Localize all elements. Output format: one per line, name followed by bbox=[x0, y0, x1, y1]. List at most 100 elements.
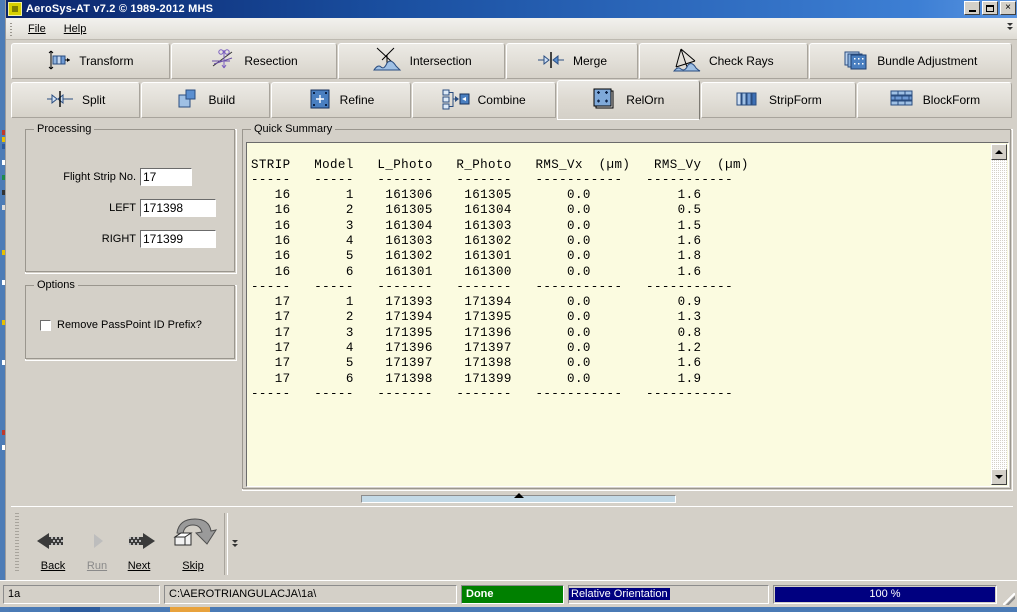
status-path-cell: C:\AEROTRIANGULACJA\1a\ bbox=[164, 584, 457, 604]
stripform-icon bbox=[735, 90, 761, 111]
toolbar-button-label: Split bbox=[81, 93, 106, 107]
menu-item-help[interactable]: Help bbox=[55, 21, 96, 37]
menu-overflow-chevron-icon[interactable] bbox=[1005, 21, 1015, 35]
application-window: AeroSys-AT v7.2 © 1989-2012 MHS × File H… bbox=[5, 0, 1017, 606]
navbar-drag-grip[interactable] bbox=[15, 513, 19, 573]
toolbar-button-build[interactable]: Build bbox=[141, 82, 271, 118]
toolbar-button-bundle-adjustment[interactable]: Bundle Adjustment bbox=[808, 43, 1012, 79]
processing-panel: Processing Flight Strip No. LEFT RIGHT bbox=[25, 123, 237, 274]
toolbar-button-combine[interactable]: Combine bbox=[411, 82, 556, 118]
toolbar-button-label: Refine bbox=[339, 93, 375, 107]
navigation-bar: Back Run Next Skip bbox=[11, 506, 1013, 581]
panel-splitter[interactable] bbox=[11, 493, 1013, 506]
remove-passpoint-prefix-checkbox[interactable] bbox=[40, 319, 51, 331]
toolbar-button-label: BlockForm bbox=[922, 93, 981, 107]
app-icon bbox=[8, 2, 22, 16]
intersection-icon bbox=[372, 46, 402, 77]
status-project-cell: 1a bbox=[3, 584, 160, 604]
toolbar-button-label: Merge bbox=[572, 54, 607, 68]
combine-icon bbox=[442, 88, 470, 113]
title-bar: AeroSys-AT v7.2 © 1989-2012 MHS × bbox=[6, 0, 1017, 18]
scroll-down-button[interactable] bbox=[991, 469, 1007, 485]
window-resize-grip[interactable] bbox=[1003, 593, 1015, 605]
toolbar-row-2: Split Build Refine Combine RelOrn StripF… bbox=[11, 80, 1013, 121]
quick-summary-vertical-scrollbar[interactable] bbox=[991, 144, 1007, 485]
toolbar-button-resection[interactable]: Resection bbox=[170, 43, 338, 79]
toolbar-button-label: StripForm bbox=[769, 93, 822, 107]
remove-passpoint-prefix-label: Remove PassPoint ID Prefix? bbox=[57, 319, 202, 331]
resection-icon bbox=[210, 48, 236, 75]
quick-summary-panel: Quick Summary STRIP Model L_Photo R_Phot… bbox=[242, 123, 1013, 491]
toolbar-button-check-rays[interactable]: Check Rays bbox=[638, 43, 808, 79]
toolbar-button-label: Transform bbox=[79, 54, 134, 68]
bundle-icon bbox=[843, 49, 869, 74]
back-button-label: Back bbox=[40, 560, 66, 572]
toolbar-button-split[interactable]: Split bbox=[11, 82, 141, 118]
flight-strip-input[interactable] bbox=[140, 168, 192, 186]
transform-icon bbox=[47, 50, 71, 73]
blockform-icon bbox=[889, 89, 915, 112]
close-button[interactable]: × bbox=[1000, 1, 1016, 15]
scroll-up-button[interactable] bbox=[991, 144, 1007, 160]
toolbar-button-label: RelOrn bbox=[626, 93, 665, 107]
run-button-label: Run bbox=[86, 560, 108, 572]
merge-icon bbox=[537, 51, 565, 72]
toolbar-button-relorn[interactable]: RelOrn bbox=[556, 80, 700, 120]
left-photo-label: LEFT bbox=[109, 202, 136, 214]
arrow-right-small-icon bbox=[82, 527, 112, 558]
refine-icon bbox=[308, 88, 332, 113]
split-icon bbox=[46, 90, 74, 111]
toolbar-button-label: Check Rays bbox=[708, 54, 774, 68]
splitter-collapse-arrow-icon[interactable] bbox=[514, 493, 524, 498]
status-mode-text: Relative Orientation bbox=[569, 588, 670, 600]
options-panel-title: Options bbox=[34, 279, 78, 291]
toolbar-button-merge[interactable]: Merge bbox=[506, 43, 638, 79]
arrow-left-icon bbox=[33, 527, 73, 558]
status-mode-cell: Relative Orientation bbox=[568, 584, 769, 604]
remove-passpoint-prefix-checkbox-row[interactable]: Remove PassPoint ID Prefix? bbox=[40, 319, 202, 331]
arrow-right-icon bbox=[119, 527, 159, 558]
work-area: Processing Flight Strip No. LEFT RIGHT O… bbox=[11, 121, 1013, 493]
toolbar-button-label: Intersection bbox=[409, 54, 472, 68]
right-photo-label: RIGHT bbox=[101, 233, 136, 245]
status-state-badge: Done bbox=[461, 584, 564, 604]
options-panel: Options Remove PassPoint ID Prefix? bbox=[25, 279, 237, 361]
relorn-icon bbox=[592, 87, 618, 114]
quick-summary-content: STRIP Model L_Photo R_Photo RMS_Vx (µm) … bbox=[251, 157, 749, 401]
menu-item-file[interactable]: File bbox=[19, 21, 55, 37]
skip-button[interactable]: Skip bbox=[163, 515, 223, 573]
build-icon bbox=[176, 88, 200, 113]
status-bar: 1a C:\AEROTRIANGULACJA\1a\ Done Relative… bbox=[0, 580, 1017, 607]
minimize-button[interactable] bbox=[964, 1, 980, 15]
toolbar-button-intersection[interactable]: Intersection bbox=[338, 43, 506, 79]
toolbar-button-label: Combine bbox=[477, 93, 526, 107]
toolbar-button-label: Build bbox=[208, 93, 236, 107]
skip-arrow-icon bbox=[169, 515, 218, 558]
quick-summary-title: Quick Summary bbox=[251, 123, 336, 135]
toolbar-button-transform[interactable]: Transform bbox=[11, 43, 170, 79]
menu-drag-grip[interactable] bbox=[9, 21, 15, 36]
left-photo-input[interactable] bbox=[140, 199, 216, 217]
progress-text: 100 % bbox=[869, 588, 901, 600]
toolbar-button-label: Bundle Adjustment bbox=[877, 54, 978, 68]
toolbar-button-refine[interactable]: Refine bbox=[271, 82, 411, 118]
status-progress-bar: 100 % bbox=[773, 584, 997, 604]
window-title: AeroSys-AT v7.2 © 1989-2012 MHS bbox=[26, 3, 214, 15]
menu-bar: File Help bbox=[6, 18, 1017, 40]
toolbar-row-1: Transform Resection Intersection Merge C… bbox=[11, 43, 1013, 82]
toolbar-button-blockform[interactable]: BlockForm bbox=[856, 82, 1012, 118]
checkrays-icon bbox=[672, 47, 701, 76]
window-controls: × bbox=[964, 1, 1016, 15]
next-button[interactable]: Next bbox=[111, 515, 167, 573]
toolbar-button-stripform[interactable]: StripForm bbox=[700, 82, 856, 118]
toolbar-button-label: Resection bbox=[244, 54, 298, 68]
quick-summary-textarea[interactable]: STRIP Model L_Photo R_Photo RMS_Vx (µm) … bbox=[246, 142, 1009, 487]
navbar-overflow-chevron-icon[interactable] bbox=[230, 537, 240, 551]
next-button-label: Next bbox=[127, 560, 151, 572]
right-photo-input[interactable] bbox=[140, 230, 216, 248]
skip-button-label: Skip bbox=[182, 560, 204, 572]
flight-strip-label: Flight Strip No. bbox=[63, 171, 136, 183]
main-toolbar: Transform Resection Intersection Merge C… bbox=[11, 43, 1013, 121]
maximize-button[interactable] bbox=[982, 1, 998, 15]
navbar-separator bbox=[224, 513, 228, 575]
